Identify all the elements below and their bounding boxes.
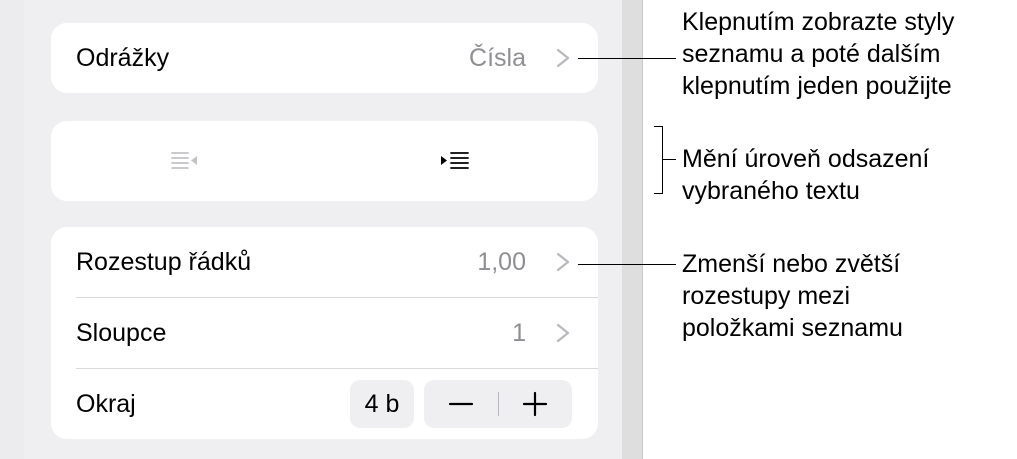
increase-margin-button[interactable] xyxy=(498,380,572,428)
panel-left-edge xyxy=(0,0,24,459)
columns-label: Sloupce xyxy=(76,319,167,347)
indent-bracket-bottom xyxy=(654,193,663,194)
indent-icon xyxy=(441,152,469,169)
line-spacing-value: 1,00 xyxy=(477,248,526,276)
indent-card xyxy=(51,121,598,201)
panel-right-edge xyxy=(622,0,643,459)
bullets-card: Odrážky Čísla xyxy=(51,23,598,93)
decrease-indent-button[interactable] xyxy=(163,143,203,179)
plus-icon xyxy=(522,391,548,417)
bullets-row[interactable]: Odrážky Čísla xyxy=(51,23,598,93)
decrease-margin-button[interactable] xyxy=(424,380,498,428)
bullets-callout: Klepnutím zobrazte styly seznamu a poté … xyxy=(682,8,955,100)
bullets-label: Odrážky xyxy=(76,44,170,72)
bullets-value: Čísla xyxy=(469,44,526,72)
chevron-right-icon xyxy=(556,324,570,342)
bullets-callout-line xyxy=(578,58,676,59)
margin-stepper xyxy=(424,380,572,428)
indent-callout-line xyxy=(662,159,676,160)
columns-row[interactable]: Sloupce 1 xyxy=(51,298,598,368)
list-format-panel: Odrážky Čísla Rozestup řádků 1,00 Sloupc… xyxy=(0,0,622,459)
line-spacing-row[interactable]: Rozestup řádků 1,00 xyxy=(51,227,598,297)
columns-value: 1 xyxy=(512,319,526,347)
minus-icon xyxy=(448,402,474,406)
margin-label: Okraj xyxy=(76,390,136,418)
chevron-right-icon xyxy=(556,49,570,67)
chevron-right-icon xyxy=(556,253,570,271)
spacing-callout: Zmenší nebo zvětší rozestupy mezi položk… xyxy=(682,250,903,342)
outdent-icon xyxy=(171,152,197,169)
indent-callout: Mění úroveň odsazení vybraného textu xyxy=(682,145,930,205)
indent-bracket-vertical xyxy=(662,126,663,194)
increase-indent-button[interactable] xyxy=(437,143,477,179)
spacing-settings-card: Rozestup řádků 1,00 Sloupce 1 Okraj 4 b xyxy=(51,227,598,439)
line-spacing-label: Rozestup řádků xyxy=(76,248,252,276)
margin-value[interactable]: 4 b xyxy=(350,380,414,428)
spacing-callout-line xyxy=(578,264,676,265)
